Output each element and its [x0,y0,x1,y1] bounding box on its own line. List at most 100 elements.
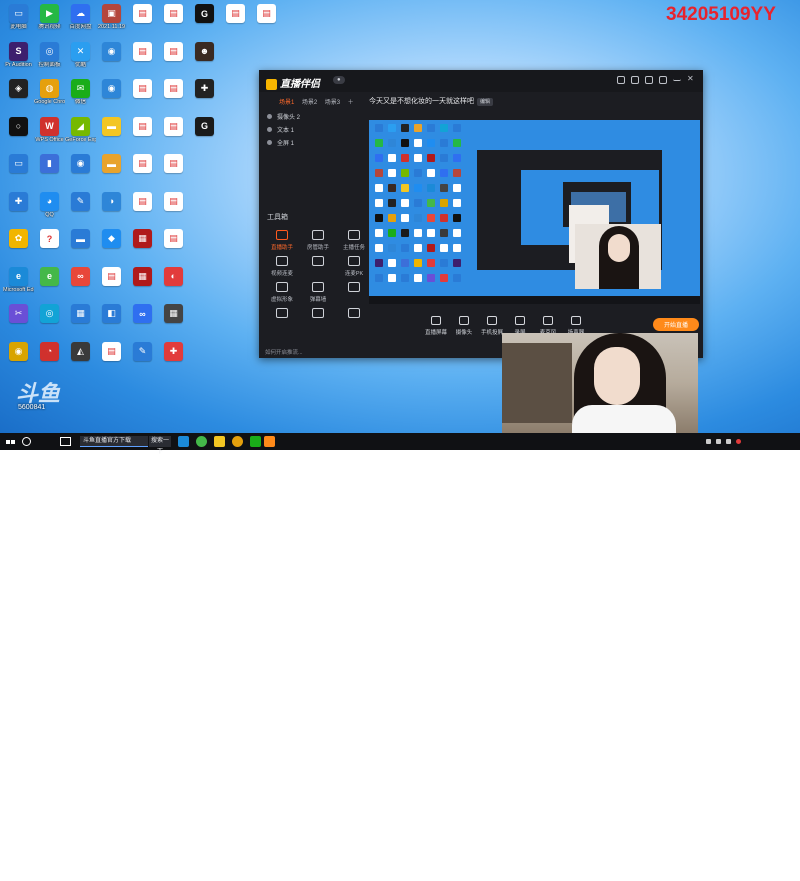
tab-scene-3[interactable]: 场景3 [325,97,340,106]
source-item[interactable]: 全屏 1 [265,136,365,149]
tool-button[interactable] [337,282,371,295]
live-companion-icon[interactable] [264,436,275,447]
eye-icon[interactable] [267,127,272,132]
chrome-icon[interactable] [232,436,243,447]
desktop-icon[interactable]: ▤ [158,4,189,24]
eye-icon[interactable] [267,114,272,119]
stream-preview[interactable] [369,120,700,304]
desktop-icon[interactable]: ✚ [158,341,189,362]
desktop-icon[interactable]: ∞ [65,266,96,287]
clock[interactable]: 22:27 2021/11/19 [756,867,796,881]
task-view-icon[interactable] [60,437,71,446]
desktop-icon[interactable]: ◈ [3,79,34,99]
desktop-icon[interactable]: e [34,266,65,287]
desktop-icon[interactable]: ▤ [127,116,158,137]
desktop-icon[interactable]: ✎ [127,341,158,362]
source-item[interactable]: 文本 1 [265,123,365,136]
desktop-icon[interactable]: ◎ [34,304,65,324]
desktop-icon[interactable]: ◭ [65,341,96,362]
desktop-icon[interactable]: ▤ [158,41,189,62]
desktop-icon[interactable]: ▬ [96,154,127,174]
desktop-icon[interactable]: ▤ [127,4,158,24]
desktop-icon[interactable]: ▦ [127,266,158,287]
desktop-icon[interactable]: ◑ [96,191,127,212]
tray-icon[interactable] [716,439,721,444]
app-window[interactable]: 直播伴侣 ● ✕ 场景1 场景2 场景3 ＋ 摄像头 2 文本 1 全屏 1 工… [259,70,703,358]
tool-button[interactable]: 弹幕墙 [301,282,335,303]
desktop-icon[interactable]: ▤ [158,191,189,212]
desktop-icon[interactable]: ▬ [65,229,96,249]
tray-icon[interactable] [706,439,711,444]
tool-button[interactable]: 视频连麦 [265,256,299,277]
desktop-icon[interactable]: ▭ [3,154,34,174]
tool-button[interactable] [301,256,335,269]
tab-scene-2[interactable]: 场景2 [302,97,317,106]
skin-icon[interactable] [645,76,653,84]
close-icon[interactable]: ✕ [687,74,695,84]
edit-badge[interactable]: 编辑 [477,98,494,106]
message-icon[interactable] [631,76,639,84]
desktop-icon[interactable]: G [189,4,220,24]
desktop-icon[interactable]: ◉ [96,79,127,99]
desktop-icon[interactable]: ○ [3,116,34,137]
start-button[interactable] [5,436,16,454]
desktop-icon[interactable]: ▤ [251,4,282,24]
desktop-icon[interactable]: ☻ [189,41,220,62]
desktop-icon[interactable]: ◉ [96,41,127,62]
desktop-icon[interactable]: ▤ [158,229,189,249]
desktop-icon[interactable]: ▤ [158,154,189,174]
desktop-icon[interactable]: ▦ [127,229,158,249]
app-titlebar[interactable]: 直播伴侣 ● ✕ [259,70,703,92]
desktop-icon[interactable]: ✂ [3,304,34,324]
tool-button[interactable]: 直播助手 [265,230,299,251]
desktop-icon[interactable]: ✚ [189,79,220,99]
desktop-icon[interactable]: ◎ 控制面板 [34,41,65,69]
desktop-icon[interactable]: ✉ 微信 [65,79,96,106]
desktop-icon[interactable]: ▶ 腾讯视频 [34,4,65,31]
control-button[interactable]: 摄像头 [451,316,477,336]
desktop-icon[interactable]: ◔ [34,341,65,362]
desktop-icon[interactable]: ✕ 优酷 [65,41,96,69]
tool-button[interactable]: 连麦PK [337,256,371,277]
desktop-icon[interactable]: ∞ [127,304,158,324]
desktop-icon[interactable]: ▤ [158,79,189,99]
desktop-icon[interactable]: ▦ [65,304,96,324]
desktop-icon[interactable]: ◍Google Chrome [34,79,65,106]
start-live-button[interactable]: 开始直播 [653,318,699,331]
desktop-icon[interactable]: ▣ 2021.11.19 [96,4,127,31]
desktop-icon[interactable]: W WPS Office [34,116,65,144]
desktop-icon[interactable]: ◐ [158,266,189,287]
desktop-icon[interactable]: S Pr Audition [3,41,34,69]
tab-scene-1[interactable]: 场景1 [279,97,294,106]
desktop-icon[interactable]: ✿ [3,229,34,249]
desktop-icon[interactable]: eMicrosoft Edge [3,266,34,294]
tool-button[interactable] [301,308,335,321]
menu-icon[interactable] [659,76,667,84]
eye-icon[interactable] [267,140,272,145]
tool-button[interactable] [265,308,299,321]
desktop-icon[interactable]: ✎ [65,191,96,212]
desktop-icon[interactable]: ▮ [34,154,65,174]
edge-icon[interactable] [178,436,189,447]
desktop-icon[interactable]: ◉ [3,341,34,362]
wechat-icon[interactable] [250,436,261,447]
minimize-icon[interactable] [673,76,681,81]
desktop-icon[interactable]: ▤ [220,4,251,24]
desktop-icon[interactable]: ▤ [127,79,158,99]
desktop-icon[interactable]: ◕ QQ [34,191,65,219]
desktop-icon[interactable]: ◉ [65,154,96,174]
desktop-icon[interactable]: ☁ 百度网盘 [65,4,96,31]
version-pill[interactable]: ● [333,76,345,84]
desktop-icon[interactable]: ▦ [158,304,189,324]
desktop-icon[interactable]: ▤ [127,191,158,212]
desktop-icon[interactable]: ◆ [96,229,127,249]
tool-button[interactable]: 主播任务 [337,230,371,251]
desktop-icon[interactable]: ▤ [127,154,158,174]
source-item[interactable]: 摄像头 2 [265,110,365,123]
volume-icon[interactable] [736,439,741,444]
network-icon[interactable] [726,439,731,444]
control-button[interactable]: 直播屏幕 [423,316,449,336]
tool-button[interactable] [337,308,371,321]
taskbar-browser-button[interactable]: 斗鱼直播官方下载 [80,436,148,447]
desktop-icon[interactable]: ◧ [96,304,127,324]
